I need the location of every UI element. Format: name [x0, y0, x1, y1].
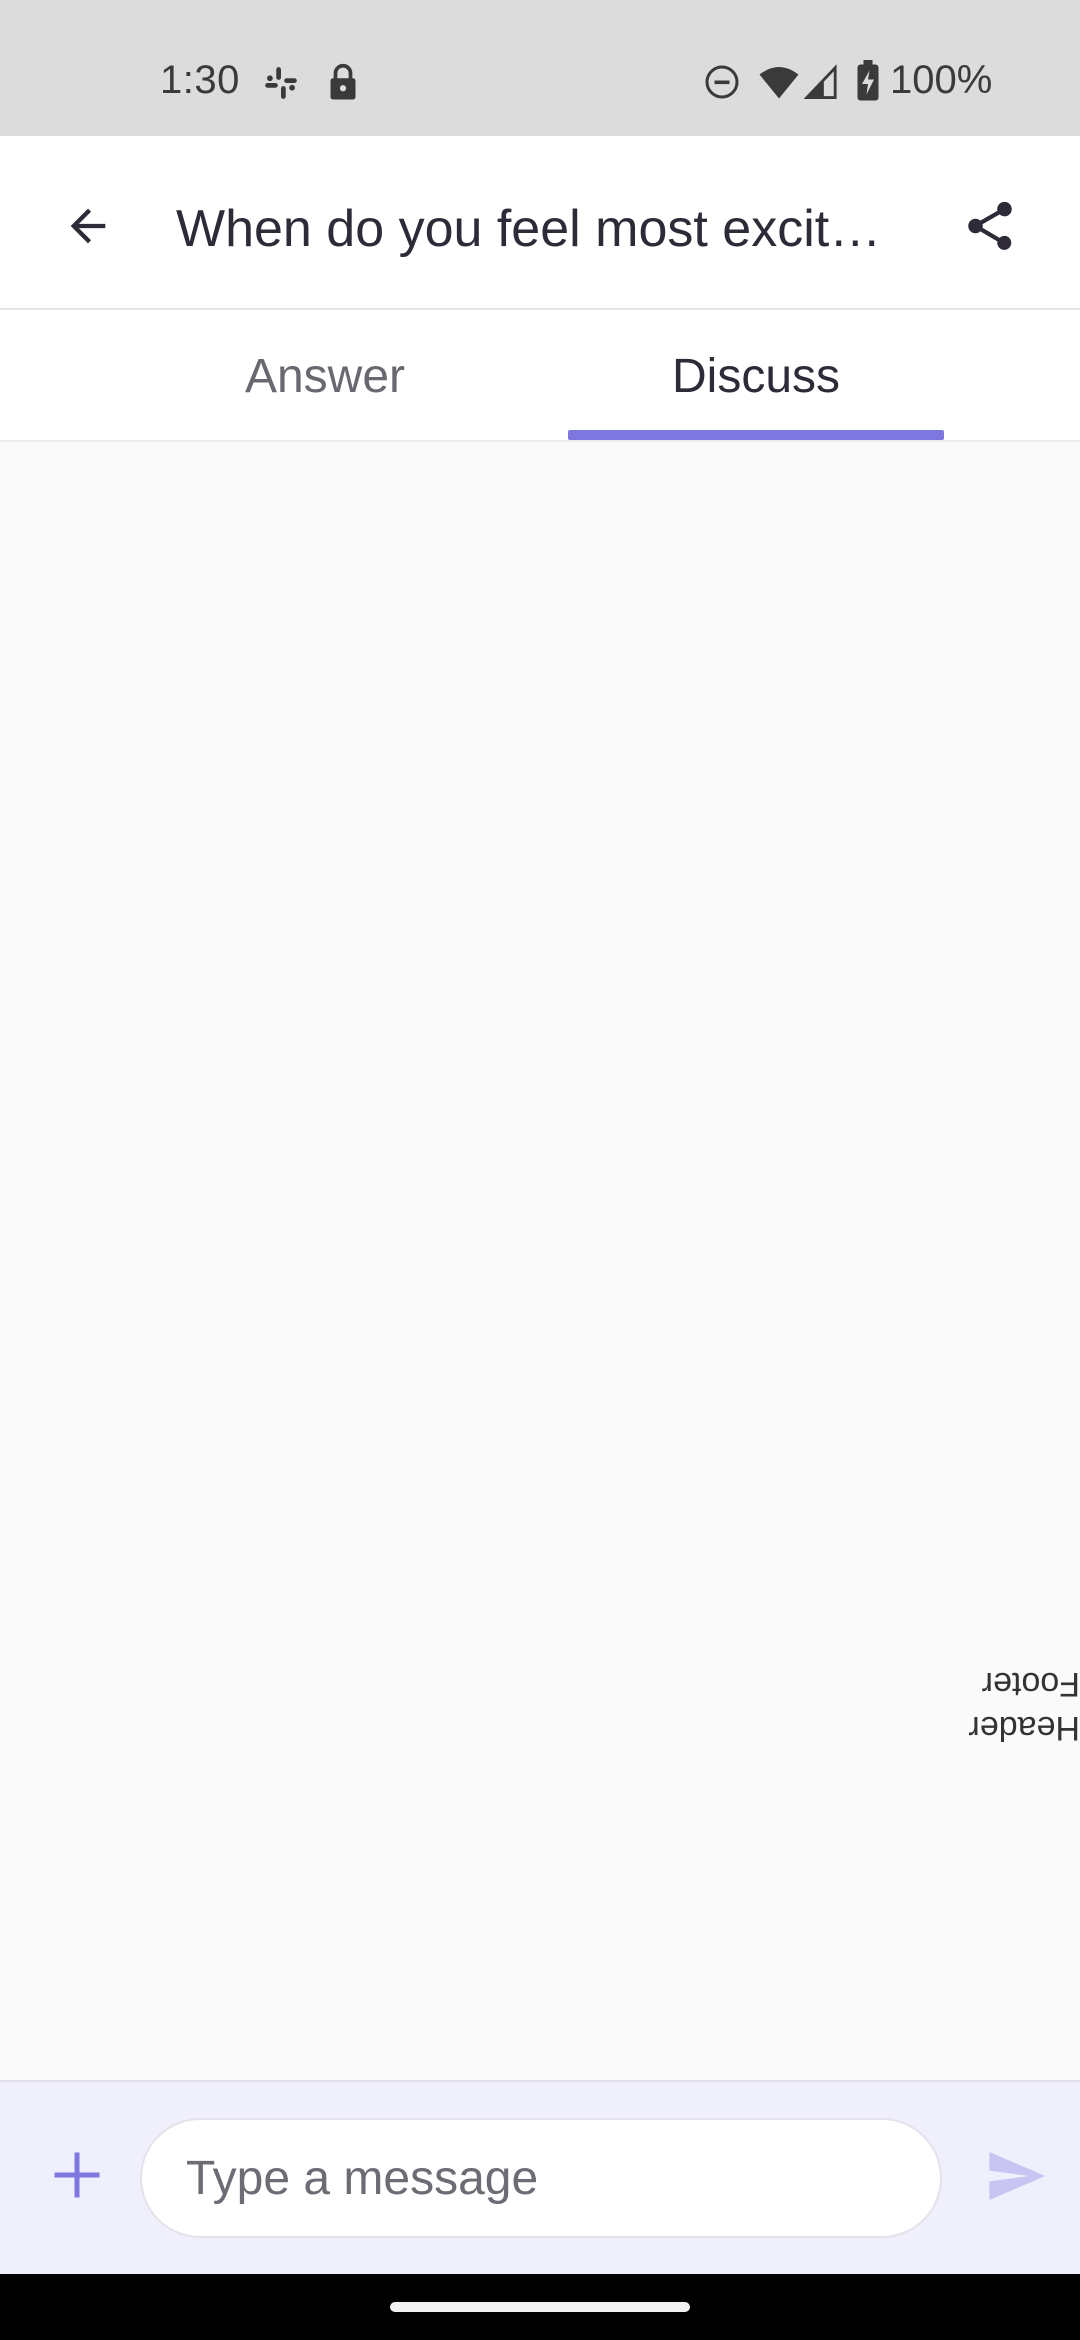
- battery-charging-icon: [857, 60, 879, 101]
- message-composer: [0, 2080, 1080, 2274]
- status-time: 1:30: [160, 58, 240, 102]
- send-icon: [989, 2152, 1046, 2200]
- header-label: Header: [968, 1709, 1080, 1747]
- page-title: When do you feel most excit…: [176, 200, 882, 258]
- debug-labels: Header Footer: [950, 1660, 1080, 1750]
- signal-icon: [804, 64, 837, 99]
- tab-answer[interactable]: Answer: [140, 310, 510, 442]
- wifi-icon: [759, 67, 799, 99]
- footer-label: Footer: [981, 1665, 1080, 1703]
- slack-icon: [265, 67, 297, 99]
- battery-percentage: 100%: [890, 58, 993, 102]
- tab-discuss[interactable]: Discuss: [568, 310, 944, 442]
- add-attachment-button[interactable]: [40, 2138, 114, 2212]
- app-bar: When do you feel most excit…: [0, 136, 1080, 310]
- arrow-back-icon: [70, 208, 106, 244]
- system-navigation-bar: [0, 2274, 1080, 2340]
- status-bar: 1:30 100%: [0, 0, 1080, 136]
- home-gesture-handle[interactable]: [390, 2302, 690, 2312]
- share-icon: [968, 201, 1012, 250]
- do-not-disturb-icon: [705, 65, 739, 99]
- message-input[interactable]: [140, 2118, 942, 2238]
- back-button[interactable]: [48, 186, 128, 266]
- plus-icon: [54, 2152, 100, 2198]
- tab-bar: Answer Discuss: [0, 310, 1080, 442]
- lock-icon: [330, 63, 356, 100]
- share-button[interactable]: [950, 186, 1030, 266]
- send-button[interactable]: [978, 2138, 1054, 2214]
- discussion-area: Header Footer: [0, 444, 1080, 2080]
- selected-tab-indicator: [568, 430, 944, 440]
